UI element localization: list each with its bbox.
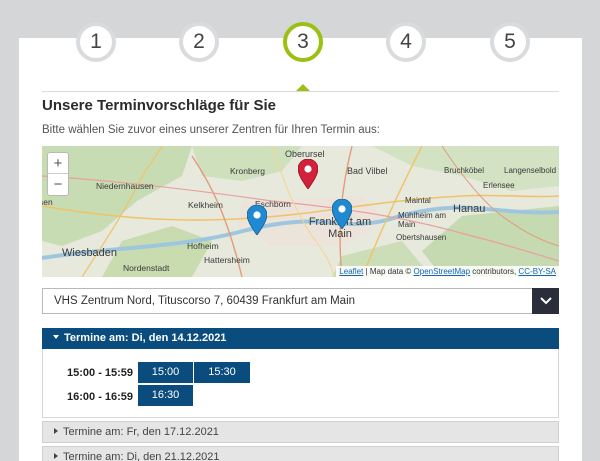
map-label-bruchkoebel: Bruchköbel (444, 166, 485, 175)
zoom-in-button[interactable]: + (48, 153, 68, 174)
chevron-down-icon (539, 297, 552, 305)
center-select-value: VHS Zentrum Nord, Tituscorso 7, 60439 Fr… (54, 295, 356, 307)
time-slot-button[interactable]: 16:30 (138, 385, 193, 406)
page-title: Unsere Terminvorschläge für Sie (42, 97, 276, 114)
appointment-day-header[interactable]: Termine am: Fr, den 17.12.2021 (42, 421, 559, 443)
step-4-label: 4 (400, 30, 412, 53)
time-slot-button[interactable]: 15:00 (138, 362, 193, 383)
map-label-maintal: Maintal (405, 196, 431, 205)
map-label-langenselbold: Langenselbold (504, 166, 557, 175)
zoom-out-button[interactable]: − (48, 174, 68, 195)
map-pin-selected[interactable] (298, 159, 318, 189)
map-label-fragment: sen (42, 197, 53, 207)
appointment-day-header-open[interactable]: Termine am: Di, den 14.12.2021 (42, 328, 559, 349)
step-1-label: 1 (90, 30, 102, 53)
map-label-nordenstadt: Nordenstadt (123, 263, 170, 273)
map-label-kronberg: Kronberg (230, 166, 265, 176)
step-3-active[interactable]: 3 (283, 22, 323, 62)
license-link[interactable]: CC-BY-SA (519, 267, 557, 276)
center-select[interactable]: VHS Zentrum Nord, Tituscorso 7, 60439 Fr… (42, 288, 559, 314)
map-label-kelkheim: Kelkheim (188, 200, 223, 210)
step-1[interactable]: 1 (76, 22, 116, 62)
attribution-contributors: contributors, (470, 267, 519, 276)
map-label-erlensee: Erlensee (483, 181, 515, 190)
map-pin-center-east[interactable] (332, 199, 352, 229)
map-label-muehlheim: Mühlheim am Main (398, 211, 447, 229)
center-select-toggle[interactable] (532, 288, 559, 314)
map-zoom-control: + − (47, 152, 69, 196)
appointment-day-title: Termine am: Di, den 21.12.2021 (63, 451, 220, 461)
map-label-wiesbaden: Wiesbaden (62, 247, 118, 259)
map-label-niedernhausen: Niedernhausen (96, 181, 154, 191)
time-slot-button[interactable]: 15:30 (194, 362, 250, 383)
map-label-obertshausen: Obertshausen (396, 233, 447, 242)
map-pin-center-west[interactable] (247, 205, 267, 235)
active-step-indicator (296, 84, 310, 91)
map-label-hofheim: Hofheim (187, 241, 219, 251)
map-label-hanau: Hanau (453, 203, 486, 215)
map-attribution: Leaflet | Map data © OpenStreetMap contr… (336, 266, 559, 277)
time-range-label: 16:00 - 16:59 (67, 391, 134, 403)
intro-text: Bitte wählen Sie zuvor eines unserer Zen… (42, 124, 380, 136)
map-label-bad-vilbel: Bad Vilbel (347, 166, 388, 176)
step-5-label: 5 (504, 30, 516, 53)
step-2-label: 2 (193, 30, 205, 53)
caret-down-icon (53, 335, 59, 340)
osm-link[interactable]: OpenStreetMap (414, 267, 470, 276)
appointment-day-title: Termine am: Fr, den 17.12.2021 (63, 426, 219, 438)
map[interactable]: Oberursel Kronberg Bad Vilbel Bruchköbel… (42, 146, 559, 277)
appointment-day-panel: 15:00 - 15:59 15:00 15:30 16:00 - 16:59 … (42, 349, 559, 418)
step-4[interactable]: 4 (386, 22, 426, 62)
appointment-day-header[interactable]: Termine am: Di, den 21.12.2021 (42, 446, 559, 461)
map-label-oberursel: Oberursel (285, 149, 325, 159)
time-range-label: 15:00 - 15:59 (67, 367, 134, 379)
step-3-label: 3 (297, 30, 309, 53)
appointment-day-title: Termine am: Di, den 14.12.2021 (64, 332, 227, 344)
caret-right-icon (54, 428, 58, 435)
attribution-sep: | Map data © (363, 267, 414, 276)
map-label-hattersheim: Hattersheim (204, 255, 250, 265)
leaflet-link[interactable]: Leaflet (339, 267, 363, 276)
divider (42, 91, 559, 92)
caret-right-icon (54, 453, 58, 460)
step-5[interactable]: 5 (490, 22, 530, 62)
step-2[interactable]: 2 (179, 22, 219, 62)
